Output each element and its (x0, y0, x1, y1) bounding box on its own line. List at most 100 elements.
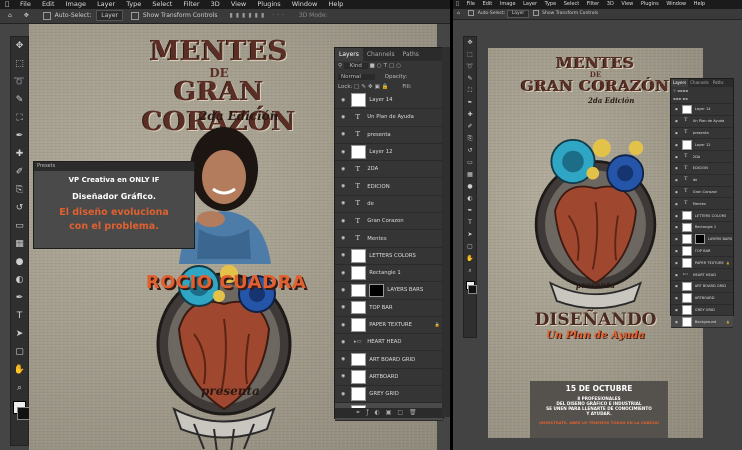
layer-row[interactable]: ◉ T EDICIÓN (671, 163, 733, 175)
menu-item[interactable]: Type (126, 0, 141, 8)
gradient-icon[interactable]: ▦ (11, 235, 28, 253)
healing-icon[interactable]: ✚ (11, 145, 28, 163)
layer-row[interactable]: ◉ Tpresenta (671, 128, 733, 140)
eye-icon[interactable]: ◉ (335, 288, 351, 293)
align-icons[interactable]: ▮▮▮▮▮▮ ··· (229, 12, 286, 19)
panel-controls[interactable]: ⚲ ▪▪▪▪ ▪▪▪ ▪▪ (671, 87, 733, 104)
marquee-icon[interactable]: ⬚ (464, 49, 476, 61)
eye-icon[interactable]: ◉ (335, 132, 351, 137)
apple-icon[interactable]:  (456, 1, 459, 7)
blend-mode-dropdown[interactable]: Normal (338, 74, 375, 80)
layer-row[interactable]: ◉ LAYERS BARS (671, 234, 733, 246)
tab-paths[interactable]: Paths (711, 80, 726, 85)
tab-layers[interactable]: Layers (671, 79, 689, 87)
layer-row[interactable]: ◉ Layer 14 (671, 104, 733, 116)
eye-icon[interactable]: ◉ (671, 308, 682, 312)
eye-icon[interactable]: ◉ (335, 150, 351, 155)
menu-item[interactable]: Filter (183, 0, 199, 8)
eyedropper-icon[interactable]: ✒ (464, 97, 476, 109)
crop-icon[interactable]: ⛶ (464, 85, 476, 97)
pen-icon[interactable]: ✒ (11, 289, 28, 307)
layer-row[interactable]: ◉ Background 🔒 (671, 316, 733, 329)
menu-item[interactable]: Window (292, 0, 318, 8)
menu-item[interactable]: 3D (607, 1, 614, 7)
quick-select-icon[interactable]: ✎ (464, 73, 476, 85)
crop-icon[interactable]: ⛶ (11, 109, 28, 127)
lasso-icon[interactable]: ➰ (464, 61, 476, 73)
layer-row[interactable]: ◉ Tpresenta (335, 127, 443, 144)
kind-dropdown[interactable]: Kind (343, 63, 368, 69)
layer-row[interactable]: ◉ Rectangle 1 (335, 265, 443, 283)
eye-icon[interactable]: ◉ (335, 98, 351, 103)
layer-row[interactable]: ◉ Layer 12 (335, 144, 443, 162)
pen-icon[interactable]: ✒ (464, 205, 476, 217)
type-icon[interactable]: T (11, 307, 28, 325)
quick-select-icon[interactable]: ✎ (11, 91, 28, 109)
zoom-icon[interactable]: ⌕ (11, 379, 28, 397)
layer-row[interactable]: ◉ Tde (335, 196, 443, 214)
eye-icon[interactable]: ◉ (671, 107, 682, 111)
menu-item[interactable]: Image (500, 1, 516, 7)
layer-row[interactable]: ◉ LAYERS BARS (335, 282, 443, 300)
layer-row[interactable]: ◉ Rectangle 1 (671, 222, 733, 234)
auto-select-dropdown[interactable]: Layer (506, 10, 530, 18)
eye-icon[interactable]: ◉ (335, 392, 351, 397)
type-icon[interactable]: T (464, 217, 476, 229)
color-swatches[interactable] (464, 281, 478, 300)
eye-icon[interactable]: ◉ (335, 323, 351, 328)
menu-item[interactable]: File (20, 0, 31, 8)
tab-channels[interactable]: Channels (688, 80, 711, 85)
layer-row[interactable]: ◉ LETTERS COLORS (671, 210, 733, 222)
eye-icon[interactable]: ◉ (671, 166, 682, 170)
eye-icon[interactable]: ◉ (335, 201, 351, 206)
menu-item[interactable]: Plugins (641, 1, 659, 7)
layer-row[interactable]: ◉ ART BOARD GRID (671, 281, 733, 293)
eye-icon[interactable]: ◉ (671, 237, 682, 241)
eye-icon[interactable]: ◉ (335, 253, 351, 258)
path-select-icon[interactable]: ➤ (11, 325, 28, 343)
eye-icon[interactable]: ◉ (671, 225, 682, 229)
brush-icon[interactable]: ✐ (464, 121, 476, 133)
eye-icon[interactable]: ◉ (335, 184, 351, 189)
dodge-icon[interactable]: ◐ (11, 271, 28, 289)
tab-paths[interactable]: Paths (399, 51, 423, 58)
layer-row[interactable]: ◉ ARTBOARD (335, 369, 443, 387)
popup-tab[interactable]: Presets (34, 162, 194, 171)
clone-icon[interactable]: ⎘ (464, 133, 476, 145)
menu-item[interactable]: Help (694, 1, 705, 7)
eye-icon[interactable]: ◉ (335, 271, 351, 276)
move-icon[interactable]: ✥ (11, 37, 28, 55)
lasso-icon[interactable]: ➰ (11, 73, 28, 91)
home-icon[interactable]: ⌂ (8, 12, 12, 19)
path-select-icon[interactable]: ➤ (464, 229, 476, 241)
history-brush-icon[interactable]: ↺ (11, 199, 28, 217)
eye-icon[interactable]: ◉ (671, 296, 682, 300)
eye-icon[interactable]: ◉ (335, 219, 351, 224)
layer-mask-thumbnail[interactable] (369, 283, 385, 298)
menu-item[interactable]: Edit (483, 1, 493, 7)
hand-icon[interactable]: ✋ (11, 361, 28, 379)
menu-item[interactable]: Image (66, 0, 86, 8)
move-icon[interactable]: ✥ (24, 12, 29, 19)
menu-item[interactable]: Select (152, 0, 172, 8)
auto-select-checkbox[interactable] (468, 9, 475, 16)
layer-row[interactable]: ◉ ▸▭ HEART HEAD (671, 269, 733, 281)
eye-icon[interactable]: ◉ (671, 119, 682, 123)
layer-row[interactable]: ◉ GREY GRID (335, 386, 443, 404)
layer-row[interactable]: ◉ ARTBOARD (671, 293, 733, 305)
menu-item[interactable]: Layer (523, 1, 537, 7)
shape-icon[interactable]: ▢ (11, 343, 28, 361)
layer-row[interactable]: ◉ TOP BAR (671, 246, 733, 258)
history-brush-icon[interactable]: ↺ (464, 145, 476, 157)
eye-icon[interactable]: ◉ (671, 131, 682, 135)
eye-icon[interactable]: ◉ (671, 202, 682, 206)
eye-icon[interactable]: ◉ (671, 155, 682, 159)
eye-icon[interactable]: ◉ (671, 249, 682, 253)
filter-icons[interactable]: ■○T□○ (370, 63, 403, 69)
eye-icon[interactable]: ◉ (671, 320, 682, 324)
menu-item[interactable]: File (467, 1, 475, 7)
eye-icon[interactable]: ◉ (671, 178, 682, 182)
eye-icon[interactable]: ◉ (671, 261, 682, 265)
marquee-icon[interactable]: ⬚ (11, 55, 28, 73)
eye-icon[interactable]: ◉ (335, 167, 351, 172)
